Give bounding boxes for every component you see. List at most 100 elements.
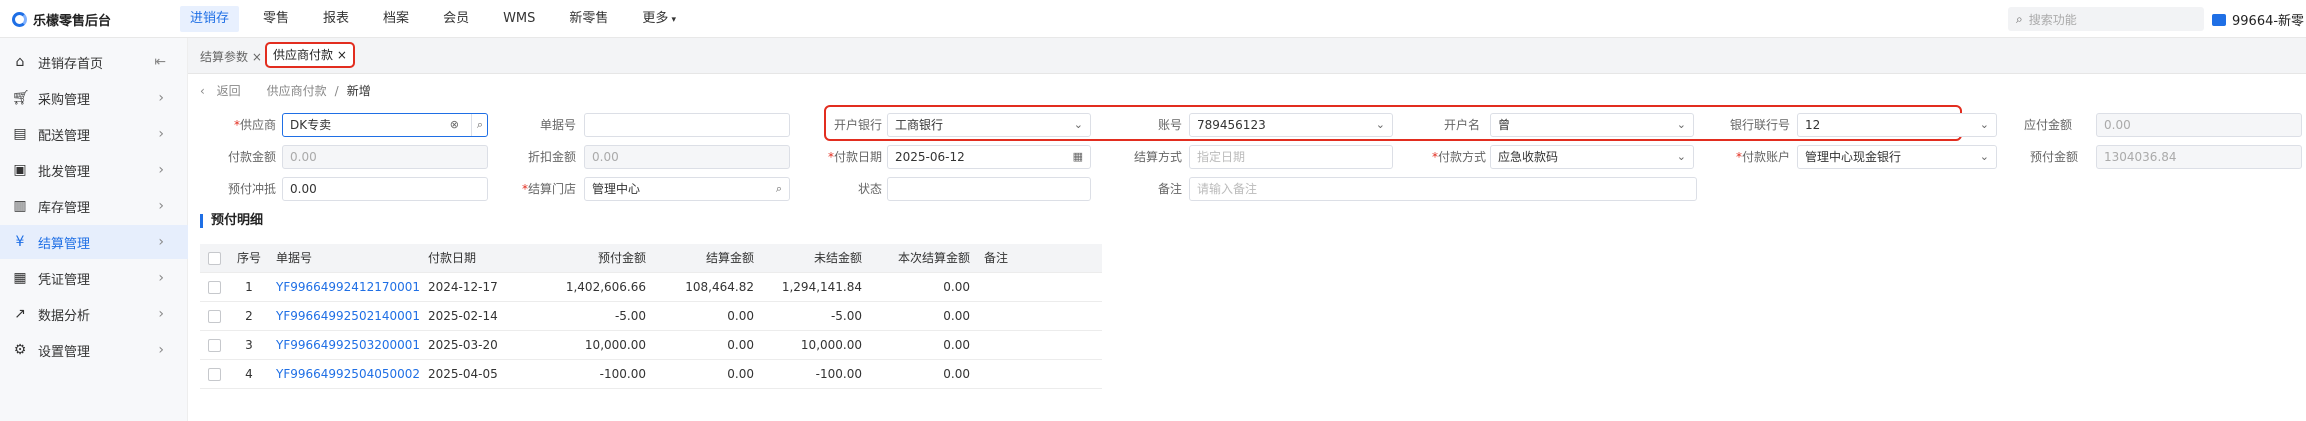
page-tabs: 结算参数 × 供应商付款 × bbox=[188, 38, 2306, 74]
topnav-wms[interactable]: WMS bbox=[493, 6, 545, 32]
cell-date: 2025-03-20 bbox=[428, 338, 498, 352]
table-row[interactable]: 1 YF99664992412170001 2024-12-17 1,402,6… bbox=[200, 273, 1102, 302]
table-row[interactable]: 3 YF99664992503200001 2025-03-20 10,000.… bbox=[200, 331, 1102, 360]
search-icon: ⌕ bbox=[2016, 11, 2023, 26]
payable-label: 应付金额 bbox=[2023, 118, 2072, 132]
remark-input[interactable]: 请输入备注 bbox=[1189, 177, 1697, 201]
collapse-sidebar-icon[interactable]: ⇤ bbox=[154, 54, 166, 70]
cell-date: 2024-12-17 bbox=[428, 280, 498, 294]
pay-account-label: *付款账户 bbox=[1735, 150, 1790, 164]
table-row[interactable]: 2 YF99664992502140001 2025-02-14 -5.00 0… bbox=[200, 302, 1102, 331]
back-link[interactable]: ‹ 返回 bbox=[200, 82, 249, 99]
topnav-report[interactable]: 报表 bbox=[313, 6, 359, 32]
pay-date-label: *付款日期 bbox=[827, 150, 882, 164]
search-icon[interactable]: ⌕ bbox=[470, 114, 483, 136]
topnav-member[interactable]: 会员 bbox=[433, 6, 479, 32]
topnav-retail[interactable]: 零售 bbox=[253, 6, 299, 32]
tab-settlement-params[interactable]: 结算参数 × bbox=[194, 46, 268, 68]
cell-doc-link[interactable]: YF99664992504050002 bbox=[276, 360, 420, 389]
sidebar-item-voucher[interactable]: ▦ 凭证管理 › bbox=[0, 261, 188, 295]
row-checkbox[interactable] bbox=[208, 368, 221, 381]
sidebar-item-purchase[interactable]: 🛒︎ 采购管理 › bbox=[0, 81, 188, 115]
sidebar-item-settings[interactable]: ⚙ 设置管理 › bbox=[0, 333, 188, 367]
cell-prepaid: -100.00 bbox=[599, 367, 646, 381]
settle-method-input[interactable]: 指定日期 bbox=[1189, 145, 1393, 169]
search-icon[interactable]: ⌕ bbox=[776, 178, 782, 200]
tab-supplier-payment[interactable]: 供应商付款 × bbox=[265, 42, 355, 68]
chevron-right-icon: › bbox=[158, 126, 164, 142]
cell-current[interactable]: 0.00 bbox=[870, 302, 970, 331]
cell-no: 1 bbox=[245, 280, 253, 294]
chevron-down-icon: ⌄ bbox=[1676, 150, 1686, 163]
cell-remark[interactable] bbox=[984, 360, 1044, 389]
chevron-left-icon: ‹ bbox=[200, 84, 205, 98]
settle-method-label: 结算方式 bbox=[1133, 150, 1182, 164]
close-icon[interactable]: × bbox=[252, 50, 262, 64]
topnav-archive[interactable]: 档案 bbox=[373, 6, 419, 32]
app-title: 乐檬零售后台 bbox=[33, 14, 112, 29]
prepaid-offset-input[interactable]: 0.00 bbox=[282, 177, 488, 201]
back-label: 返回 bbox=[216, 84, 241, 98]
pay-date-picker[interactable]: 2025-06-12 ▦ bbox=[887, 145, 1091, 169]
cart-icon: 🛒︎ bbox=[12, 90, 30, 106]
sidebar-item-distribution[interactable]: ▤ 配送管理 › bbox=[0, 117, 188, 151]
prepaid-input: 1304036.84 bbox=[2096, 145, 2302, 169]
app-logo[interactable]: 乐檬零售后台 bbox=[12, 10, 111, 29]
table-row[interactable]: 4 YF99664992504050002 2025-04-05 -100.00… bbox=[200, 360, 1102, 389]
cell-doc-link[interactable]: YF99664992503200001 bbox=[276, 331, 420, 360]
cell-remark[interactable] bbox=[984, 331, 1044, 360]
cell-prepaid: 10,000.00 bbox=[584, 338, 646, 352]
breadcrumb-parent[interactable]: 供应商付款 bbox=[267, 82, 327, 99]
account-name-value: 曾 bbox=[1498, 118, 1511, 132]
cell-unsettled: -5.00 bbox=[830, 309, 862, 323]
supplier-input[interactable]: DK专卖 ⊗ ⌕ bbox=[282, 113, 488, 137]
cell-current[interactable]: 0.00 bbox=[870, 360, 970, 389]
row-checkbox[interactable] bbox=[208, 339, 221, 352]
account-no-value: 789456123 bbox=[1197, 118, 1266, 132]
clear-icon[interactable]: ⊗ bbox=[450, 114, 459, 136]
topnav-more[interactable]: 更多 ▾ bbox=[632, 6, 686, 32]
sidebar-item-stock[interactable]: ▥ 库存管理 › bbox=[0, 189, 188, 223]
bank-code-select[interactable]: 12 ⌄ bbox=[1797, 113, 1997, 137]
pay-method-value: 应急收款码 bbox=[1498, 150, 1559, 164]
header-date: 付款日期 bbox=[428, 251, 477, 265]
account-name-select[interactable]: 曾 ⌄ bbox=[1490, 113, 1694, 137]
discount-input: 0.00 bbox=[584, 145, 790, 169]
topnav-inventory[interactable]: 进销存 bbox=[180, 6, 240, 32]
payable-input: 0.00 bbox=[2096, 113, 2302, 137]
cell-current[interactable]: 0.00 bbox=[870, 273, 970, 302]
select-all-checkbox[interactable] bbox=[208, 252, 221, 265]
home-icon: ⌂ bbox=[15, 54, 25, 70]
sidebar-item-home[interactable]: ⌂ 进销存首页 ⇤ bbox=[0, 45, 188, 79]
cell-doc-link[interactable]: YF99664992412170001 bbox=[276, 273, 420, 302]
cell-current[interactable]: 0.00 bbox=[870, 331, 970, 360]
calendar-icon: ▦ bbox=[1072, 150, 1083, 163]
sidebar-item-wholesale[interactable]: ▣ 批发管理 › bbox=[0, 153, 188, 187]
cell-prepaid: 1,402,606.66 bbox=[565, 280, 646, 294]
function-search-input[interactable]: ⌕ 搜索功能 bbox=[2008, 7, 2204, 31]
cell-doc-link[interactable]: YF99664992502140001 bbox=[276, 302, 420, 331]
cell-unsettled: 10,000.00 bbox=[800, 338, 862, 352]
chevron-down-icon: ⌄ bbox=[1073, 118, 1083, 131]
discount-label: 折扣金额 bbox=[527, 150, 576, 164]
user-menu[interactable]: 99664-新零 bbox=[2212, 10, 2304, 29]
cell-date: 2025-02-14 bbox=[428, 309, 498, 323]
pay-account-select[interactable]: 管理中心现金银行 ⌄ bbox=[1797, 145, 1997, 169]
pay-method-select[interactable]: 应急收款码 ⌄ bbox=[1490, 145, 1694, 169]
close-icon[interactable]: × bbox=[337, 48, 347, 62]
sidebar-item-settlement[interactable]: ¥ 结算管理 › bbox=[0, 225, 188, 259]
topnav-new-retail[interactable]: 新零售 bbox=[559, 6, 618, 32]
cell-remark[interactable] bbox=[984, 273, 1044, 302]
box-icon: ▣ bbox=[13, 162, 27, 178]
top-bar: 乐檬零售后台 进销存 零售 报表 档案 会员 WMS 新零售 更多 ▾ ⌕ 搜索功… bbox=[0, 0, 2306, 38]
account-no-select[interactable]: 789456123 ⌄ bbox=[1189, 113, 1393, 137]
row-checkbox[interactable] bbox=[208, 310, 221, 323]
sidebar-item-analytics[interactable]: ↗ 数据分析 › bbox=[0, 297, 188, 331]
store-input[interactable]: 管理中心 ⌕ bbox=[584, 177, 790, 201]
sidebar-item-label: 批发管理 bbox=[38, 164, 91, 180]
header-prepaid: 预付金额 bbox=[597, 251, 646, 265]
doc-no-input[interactable] bbox=[584, 113, 790, 137]
open-bank-select[interactable]: 工商银行 ⌄ bbox=[887, 113, 1091, 137]
cell-remark[interactable] bbox=[984, 302, 1044, 331]
row-checkbox[interactable] bbox=[208, 281, 221, 294]
